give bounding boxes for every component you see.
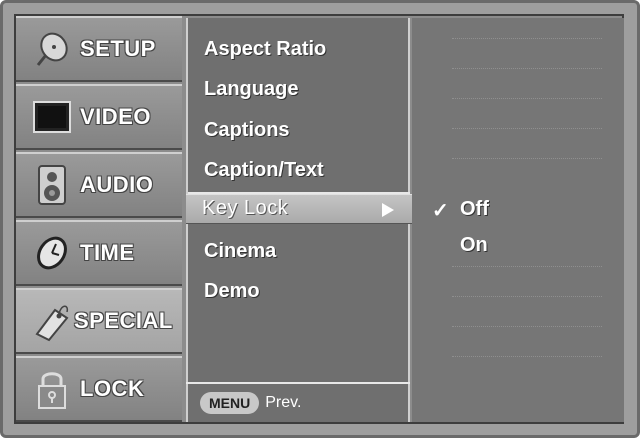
divider [452, 296, 602, 297]
category-setup[interactable]: SETUP [16, 16, 182, 82]
category-label: SPECIAL [74, 308, 173, 333]
category-audio[interactable]: AUDIO [16, 152, 182, 218]
category-lock[interactable]: LOCK [16, 356, 182, 422]
category-time[interactable]: TIME [16, 220, 182, 286]
divider [452, 266, 602, 267]
submenu-item-captions[interactable]: Captions [204, 119, 290, 142]
padlock-icon [30, 367, 74, 411]
submenu-item-key-lock[interactable]: Key Lock [186, 194, 414, 224]
submenu-item-language[interactable]: Language [204, 78, 298, 101]
divider [452, 98, 602, 99]
selected-item-label: Key Lock [202, 197, 289, 219]
tv-screen-icon [30, 95, 74, 139]
category-label: SETUP [80, 36, 156, 61]
option-off[interactable]: Off [460, 198, 489, 221]
category-video[interactable]: VIDEO [16, 84, 182, 150]
submenu-item-cinema[interactable]: Cinema [204, 240, 276, 263]
category-label: TIME [80, 240, 135, 265]
speaker-icon [30, 163, 74, 207]
submenu-item-aspect-ratio[interactable]: Aspect Ratio [204, 38, 326, 61]
submenu-item-demo[interactable]: Demo [204, 280, 260, 303]
category-column: SETUP VIDEO AUDIO TIME SPECIAL LOCK [16, 16, 182, 422]
clock-icon [30, 231, 74, 275]
category-label: AUDIO [80, 172, 154, 197]
divider [452, 128, 602, 129]
category-label: VIDEO [80, 104, 151, 129]
submenu-item-caption-text[interactable]: Caption/Text [204, 159, 324, 182]
divider [452, 38, 602, 39]
category-special[interactable]: SPECIAL [16, 288, 182, 354]
tag-icon [30, 299, 74, 343]
divider [452, 158, 602, 159]
prev-label: Prev. [265, 394, 302, 411]
divider [452, 68, 602, 69]
options-panel: ✓ Off On [412, 18, 624, 422]
option-on[interactable]: On [460, 234, 488, 257]
footer-bar: MENU Prev. [186, 382, 410, 422]
satellite-dish-icon [30, 27, 74, 71]
checkmark-icon: ✓ [432, 200, 449, 222]
divider [452, 326, 602, 327]
arrow-right-icon [382, 203, 394, 217]
menu-button[interactable]: MENU [200, 392, 260, 414]
category-label: LOCK [80, 376, 145, 401]
divider [452, 356, 602, 357]
